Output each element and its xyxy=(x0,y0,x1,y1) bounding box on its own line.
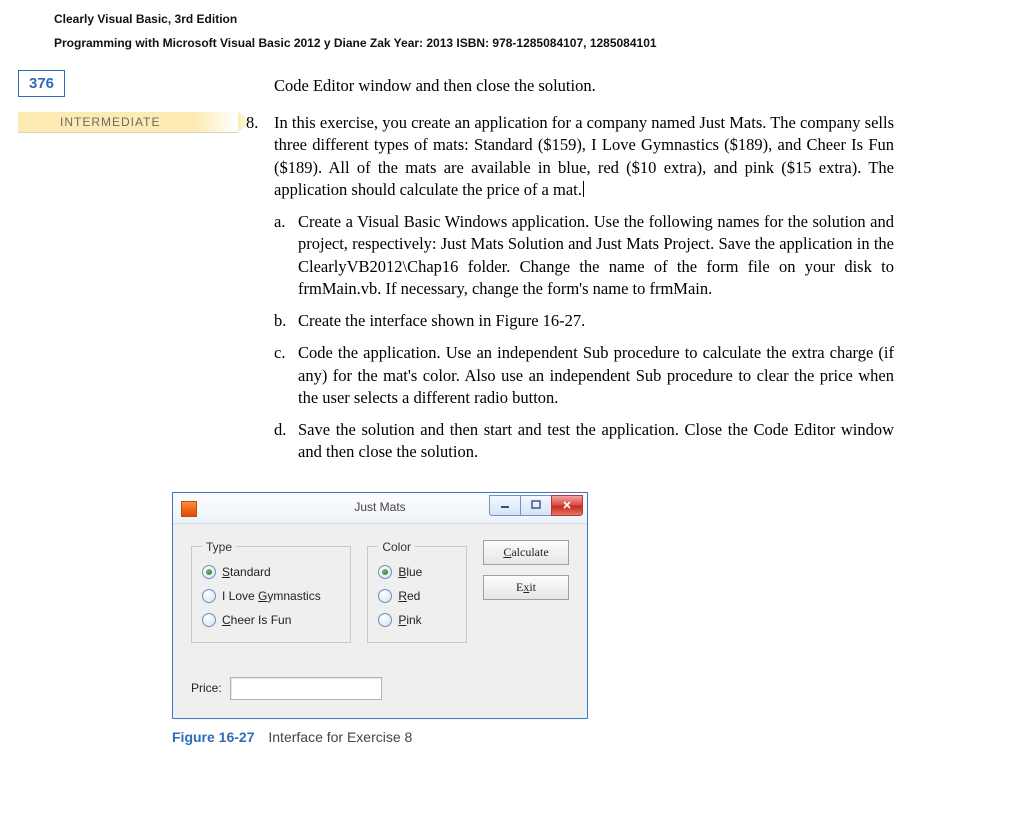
radio-icon xyxy=(202,613,216,627)
running-head: Code Editor window and then close the so… xyxy=(274,76,596,96)
figure-text: Interface for Exercise 8 xyxy=(268,729,412,745)
app-window: Just Mats Type Standard I Love Gymnastic xyxy=(172,492,588,719)
book-subtitle: Programming with Microsoft Visual Basic … xyxy=(54,36,1024,50)
type-group: Type Standard I Love Gymnastics Cheer Is… xyxy=(191,540,351,643)
radio-icon xyxy=(378,565,392,579)
radio-blue[interactable]: Blue xyxy=(378,560,456,584)
figure-label: Figure 16-27 xyxy=(172,729,254,745)
titlebar[interactable]: Just Mats xyxy=(173,493,587,524)
page-header: Clearly Visual Basic, 3rd Edition Progra… xyxy=(0,0,1024,70)
radio-gymnastics[interactable]: I Love Gymnastics xyxy=(202,584,340,608)
type-legend: Type xyxy=(202,540,236,554)
exercise-number: 8. xyxy=(246,112,258,134)
radio-standard[interactable]: Standard xyxy=(202,560,340,584)
text-cursor xyxy=(583,181,584,197)
radio-icon xyxy=(202,565,216,579)
radio-icon xyxy=(378,613,392,627)
calculate-button[interactable]: Calculate xyxy=(483,540,569,565)
radio-pink[interactable]: Pink xyxy=(378,608,456,632)
difficulty-tag: INTERMEDIATE xyxy=(18,112,238,133)
radio-cheer[interactable]: Cheer Is Fun xyxy=(202,608,340,632)
maximize-button[interactable] xyxy=(520,495,552,516)
radio-icon xyxy=(378,589,392,603)
minimize-button[interactable] xyxy=(489,495,521,516)
price-field[interactable] xyxy=(230,677,382,700)
radio-red[interactable]: Red xyxy=(378,584,456,608)
exercise-body: 8. In this exercise, you create an appli… xyxy=(274,112,894,464)
exercise-intro: In this exercise, you create an applicat… xyxy=(274,112,894,201)
color-legend: Color xyxy=(378,540,415,554)
exercise-step: a. Create a Visual Basic Windows applica… xyxy=(274,211,894,300)
page-number: 376 xyxy=(18,70,65,97)
exercise-step: d. Save the solution and then start and … xyxy=(274,419,894,464)
figure-caption: Figure 16-27 Interface for Exercise 8 xyxy=(172,729,1024,745)
color-group: Color Blue Red Pink xyxy=(367,540,467,643)
book-title: Clearly Visual Basic, 3rd Edition xyxy=(54,12,1024,26)
exercise-step: b. Create the interface shown in Figure … xyxy=(274,310,894,332)
exercise-step: c. Code the application. Use an independ… xyxy=(274,342,894,409)
exit-button[interactable]: Exit xyxy=(483,575,569,600)
close-button[interactable] xyxy=(551,495,583,516)
radio-icon xyxy=(202,589,216,603)
price-label: Price: xyxy=(191,681,222,695)
